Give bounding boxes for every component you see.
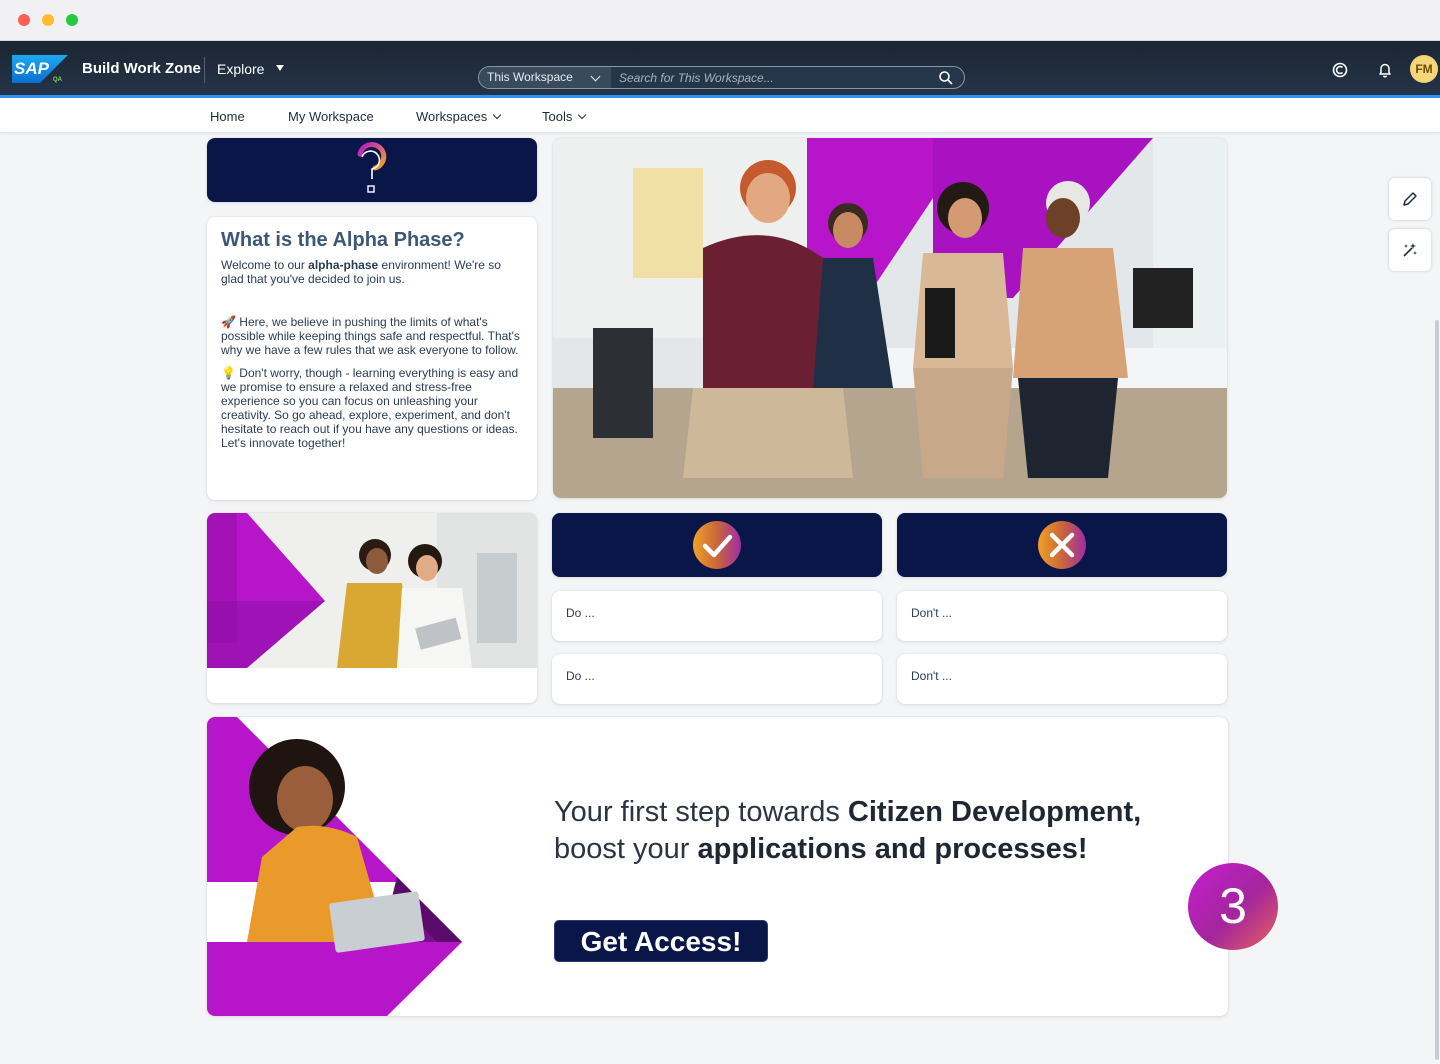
do-tile[interactable]: Do ... — [552, 654, 882, 704]
collaboration-photo-card — [207, 513, 537, 703]
bell-icon[interactable] — [1376, 61, 1394, 79]
alpha-phase-intro-card: What is the Alpha Phase? Welcome to our … — [207, 217, 537, 500]
search-scope-label: This Workspace — [487, 70, 573, 84]
nav-item-my-workspace[interactable]: My Workspace — [288, 109, 374, 124]
joule-assistant-icon[interactable] — [1331, 61, 1349, 79]
dont-tile[interactable]: Don't ... — [897, 654, 1227, 704]
chevron-down-icon — [578, 110, 587, 120]
cross-icon — [1038, 521, 1086, 569]
dont-header-card — [897, 513, 1227, 577]
banner-line-1-light: Your first step towards — [554, 796, 848, 828]
app-title: Build Work Zone — [82, 60, 201, 77]
banner-headline: Your first step towards Citizen Developm… — [554, 794, 1141, 868]
banner-line-2-light: boost your — [554, 833, 698, 865]
nav-item-workspaces[interactable]: Workspaces — [416, 109, 502, 124]
shell-header: SAP QA Build Work Zone Explore This Work… — [0, 41, 1440, 98]
banner-line-2-bold: applications and processes! — [697, 833, 1088, 865]
svg-text:SAP: SAP — [14, 59, 50, 78]
intro-paragraph-1: Welcome to our alpha-phase environment! … — [221, 258, 523, 286]
nav-item-home[interactable]: Home — [210, 109, 245, 124]
team-photo — [553, 138, 1227, 498]
nav-item-workspaces-label: Workspaces — [416, 109, 488, 124]
maximize-window-button[interactable] — [66, 14, 78, 26]
window-titlebar — [0, 0, 1440, 41]
minimize-window-button[interactable] — [42, 14, 54, 26]
search-icon[interactable] — [938, 70, 954, 86]
magic-wand-icon — [1403, 243, 1417, 257]
chevron-down-icon — [493, 110, 502, 120]
intro-p1-before: Welcome to our — [221, 258, 309, 272]
search-input[interactable] — [619, 67, 919, 88]
intro-title: What is the Alpha Phase? — [221, 229, 465, 251]
pencil-icon — [1403, 192, 1417, 206]
intro-paragraph-2: 🚀 Here, we believe in pushing the limits… — [221, 315, 520, 357]
banner-line-1-bold: Citizen Development, — [847, 796, 1142, 828]
banner-line-2: boost your applications and processes! — [554, 831, 1141, 868]
edit-page-button[interactable] — [1389, 178, 1431, 220]
step-number-badge: 3 — [1188, 863, 1278, 950]
search-bar: This Workspace — [478, 66, 965, 89]
dont-tile[interactable]: Don't ... — [897, 591, 1227, 641]
checkmark-icon — [693, 521, 741, 569]
ai-assist-button[interactable] — [1389, 229, 1431, 271]
nav-item-tools-label: Tools — [542, 109, 573, 124]
question-header-card — [207, 138, 537, 202]
banner-image — [207, 717, 462, 1016]
chevron-down-icon — [590, 71, 601, 82]
header-divider — [204, 57, 205, 83]
do-header-card — [552, 513, 882, 577]
vertical-scrollbar[interactable] — [1435, 320, 1439, 1060]
intro-paragraph-3: 💡 Don't worry, though - learning everyth… — [221, 366, 519, 450]
office-team-image — [553, 138, 1227, 498]
close-window-button[interactable] — [18, 14, 30, 26]
banner-line-1: Your first step towards Citizen Developm… — [554, 794, 1141, 831]
intro-p1-bold: alpha-phase — [308, 258, 379, 272]
do-tile[interactable]: Do ... — [552, 591, 882, 641]
svg-text:QA: QA — [53, 77, 63, 83]
question-mark-icon — [357, 141, 387, 193]
user-avatar[interactable]: FM — [1410, 55, 1438, 83]
collaboration-image — [207, 513, 537, 668]
search-scope-select[interactable]: This Workspace — [479, 67, 611, 88]
caret-down-icon[interactable] — [276, 65, 284, 71]
explore-menu-label[interactable]: Explore — [217, 61, 264, 77]
sap-logo[interactable]: SAP QA — [12, 55, 68, 83]
get-access-button[interactable]: Get Access! — [554, 920, 768, 962]
top-navigation: Home My Workspace Workspaces Tools — [0, 98, 1440, 133]
citizen-development-banner: Your first step towards Citizen Developm… — [207, 717, 1228, 1016]
nav-item-tools[interactable]: Tools — [542, 109, 587, 124]
